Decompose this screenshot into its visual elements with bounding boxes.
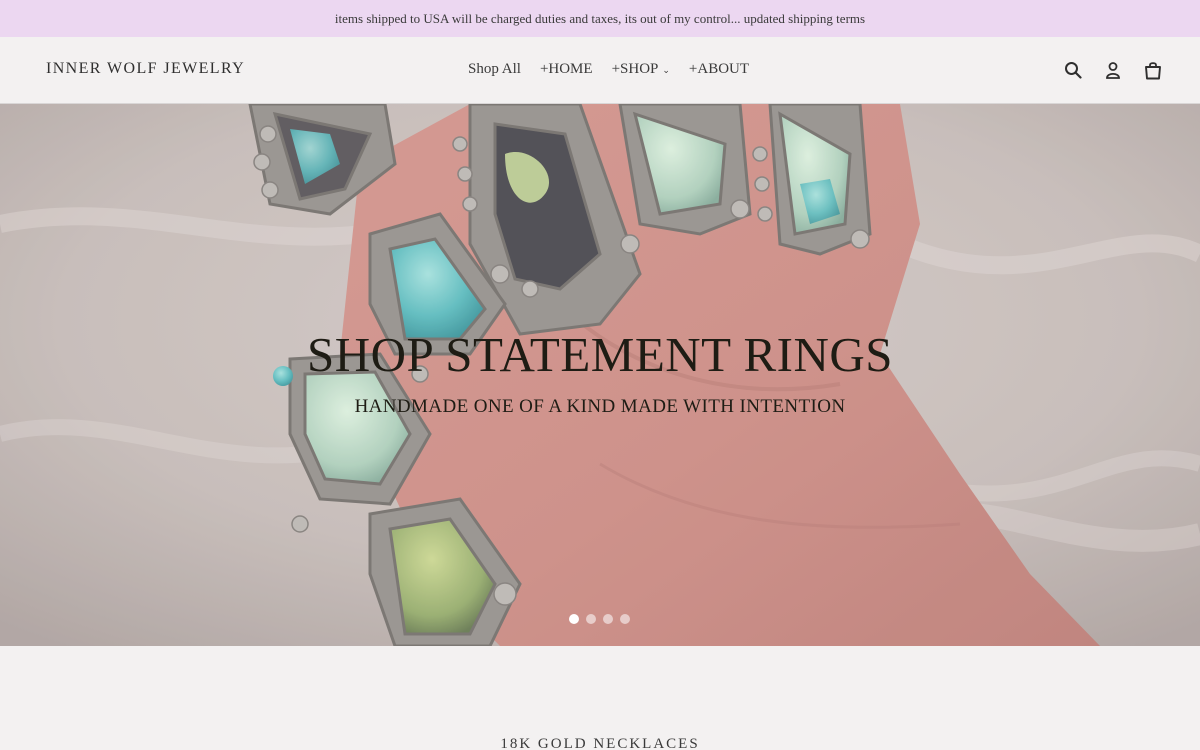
section-title: 18K GOLD NECKLACES xyxy=(500,736,700,750)
nav-item-about[interactable]: +ABOUT xyxy=(689,61,749,78)
slide-dot-2[interactable] xyxy=(586,614,596,624)
cart-icon[interactable] xyxy=(1142,59,1164,81)
site-header: INNER WOLF JEWELRY Shop All +HOME +SHOP … xyxy=(0,37,1200,104)
nav-item-shop-label: +SHOP xyxy=(611,61,659,77)
chevron-down-icon: ⌄ xyxy=(662,65,670,75)
main-nav: Shop All +HOME +SHOP ⌄ +ABOUT xyxy=(468,61,749,78)
slide-dot-3[interactable] xyxy=(603,614,613,624)
slide-dot-4[interactable] xyxy=(620,614,630,624)
hero-subtitle: HANDMADE ONE OF A KIND MADE WITH INTENTI… xyxy=(354,396,846,417)
search-icon[interactable] xyxy=(1062,59,1084,81)
slide-dot-1[interactable] xyxy=(569,614,579,624)
account-icon[interactable] xyxy=(1102,59,1124,81)
nav-item-shop-all[interactable]: Shop All xyxy=(468,61,521,78)
hero-slideshow[interactable]: SHOP STATEMENT RINGS HANDMADE ONE OF A K… xyxy=(0,104,1200,646)
slideshow-dots xyxy=(569,614,630,624)
header-icons xyxy=(1062,59,1164,81)
site-logo[interactable]: INNER WOLF JEWELRY xyxy=(46,60,245,78)
nav-item-home[interactable]: +HOME xyxy=(540,61,593,78)
nav-item-shop[interactable]: +SHOP ⌄ xyxy=(612,61,670,78)
announcement-bar[interactable]: items shipped to USA will be charged dut… xyxy=(0,0,1200,37)
announcement-text[interactable]: items shipped to USA will be charged dut… xyxy=(335,11,865,27)
hero-title: SHOP STATEMENT RINGS xyxy=(307,327,893,382)
